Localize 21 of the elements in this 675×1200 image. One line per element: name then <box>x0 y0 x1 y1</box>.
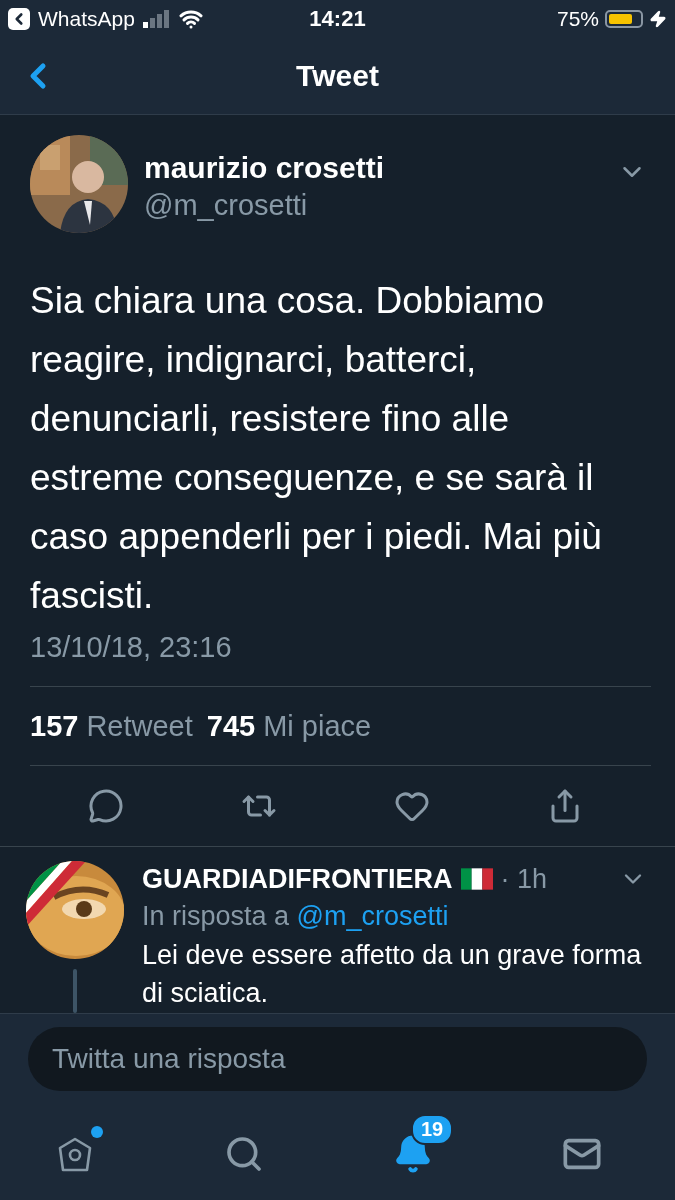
mention-link[interactable]: @m_crosetti <box>296 901 449 931</box>
clock: 14:21 <box>309 6 366 32</box>
page-title: Tweet <box>296 59 379 93</box>
reply-icon[interactable] <box>88 788 125 824</box>
signal-icon <box>142 10 171 28</box>
reply-time: · 1h <box>500 863 549 895</box>
tweet-stat[interactable]: 157 Retweet <box>30 709 193 743</box>
tweet-stat[interactable]: 745 Mi piace <box>206 709 372 743</box>
battery-percent: 75% <box>556 7 599 31</box>
in-reply-to: In risposta a @m_crosetti <box>142 901 450 932</box>
back-app-label[interactable]: WhatsApp <box>38 7 135 31</box>
reply-field[interactable]: Twitta una risposta <box>28 1027 647 1091</box>
tweet-date: 13/10/18, 23:16 <box>30 631 233 664</box>
notification-count: 19 <box>410 1114 454 1145</box>
battery-icon <box>605 10 643 28</box>
reply-text: Lei deve essere affetto da un grave forma di sciatica. <box>142 939 643 1010</box>
author-handle[interactable]: @m_crosetti <box>144 189 597 222</box>
back-app-icon[interactable] <box>8 8 30 30</box>
author-name[interactable]: maurizio crosetti <box>144 151 597 185</box>
reply-author[interactable]: GUARDIADIFRONTIERA <box>142 863 453 895</box>
tweet-text: Sia chiara una cosa. Dobbiamo reagire, indignarci, batterci, denunciarli, resistere fino alle estreme conseguenze, e se sarà il caso appenderli per i piedi. Mai più fascisti. <box>30 279 603 618</box>
